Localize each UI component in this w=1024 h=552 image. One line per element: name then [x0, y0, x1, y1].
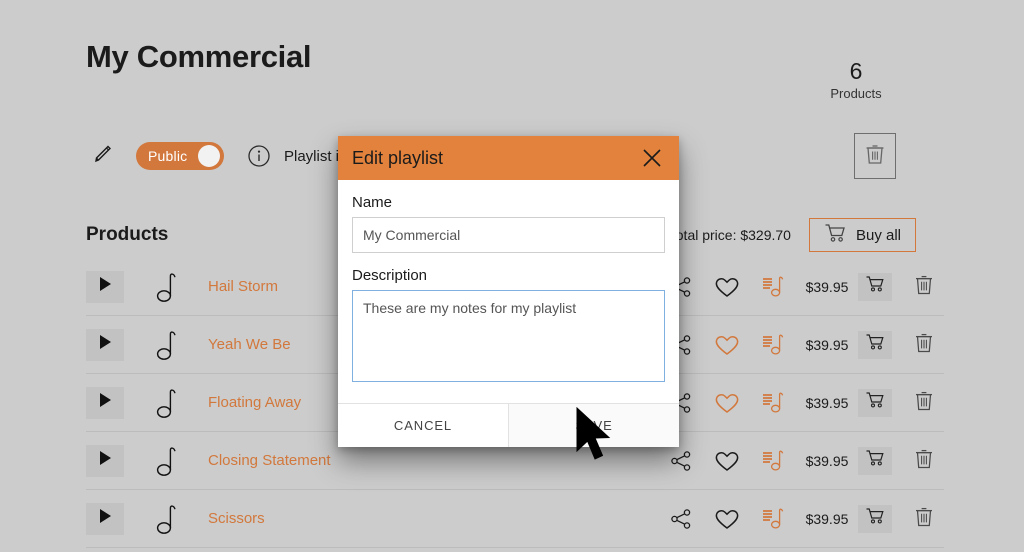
description-field-label: Description [352, 267, 428, 284]
save-button[interactable]: SAVE [508, 404, 679, 447]
modal-footer: CANCEL SAVE [338, 403, 679, 447]
modal-header: Edit playlist [338, 136, 679, 180]
modal-title: Edit playlist [352, 147, 444, 168]
edit-playlist-modal: Edit playlist Name Description CANCEL SA… [338, 136, 679, 447]
name-input[interactable] [352, 217, 665, 253]
close-icon[interactable] [639, 145, 665, 171]
description-textarea[interactable] [352, 290, 665, 382]
playlist-page: My Commercial 6 Products Public Playlist… [0, 0, 1024, 552]
modal-backdrop: Edit playlist Name Description CANCEL SA… [0, 0, 1024, 552]
cancel-button[interactable]: CANCEL [338, 404, 508, 447]
modal-body: Name Description [338, 180, 679, 403]
name-field-label: Name [352, 194, 393, 211]
